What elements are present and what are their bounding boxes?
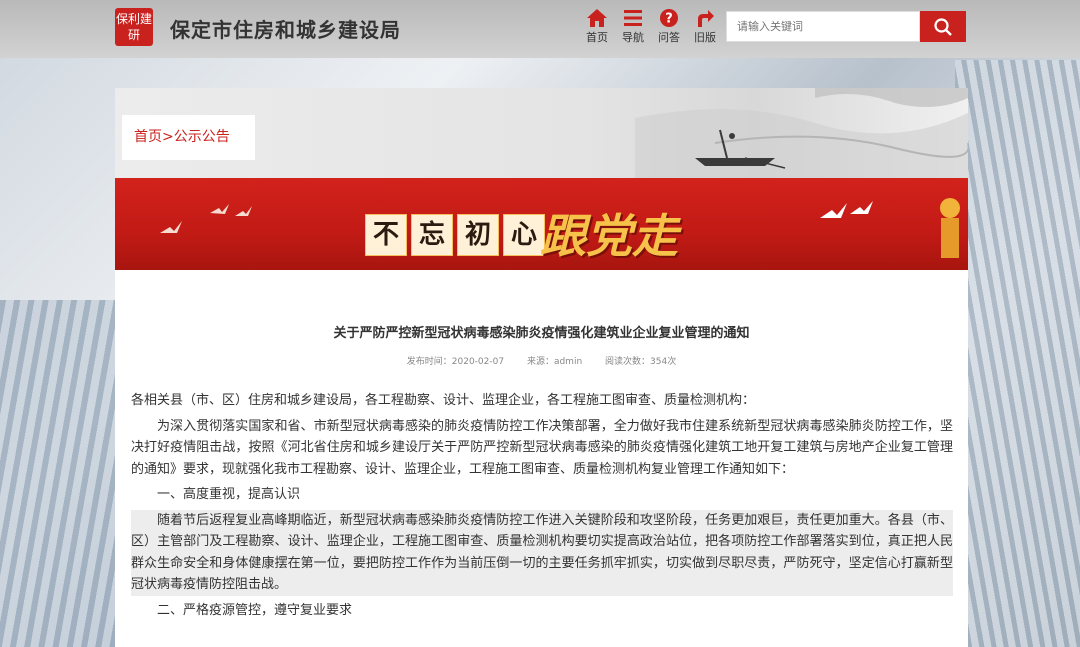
nav-qa[interactable]: ? 问答 <box>655 8 683 45</box>
search-icon <box>934 17 952 36</box>
svg-text:?: ? <box>665 12 673 27</box>
background-building-right <box>955 60 1080 647</box>
banner-char: 初 <box>457 214 499 256</box>
article-paragraph: 各相关县（市、区）住房和城乡建设局，各工程勘察、设计、监理企业，各工程施工图审查… <box>131 393 756 408</box>
banner-slogan: 跟党走 <box>540 209 678 263</box>
top-header: 保利建研 保定市住房和城乡建设局 首页 导航 ? 问答 旧版 请输入关键词 <box>0 0 1080 58</box>
party-banner: 不 忘 初 心 跟党走 <box>115 178 968 270</box>
nav-home[interactable]: 首页 <box>583 8 611 45</box>
logo-text: 保利建研 <box>115 12 152 42</box>
banner-char: 不 <box>365 214 407 256</box>
top-nav: 首页 导航 ? 问答 旧版 <box>583 8 719 45</box>
article-source: 来源：admin <box>526 357 583 367</box>
banner-char-boxes: 不 忘 初 心 <box>365 214 545 256</box>
share-arrow-icon <box>698 10 714 27</box>
breadcrumb-current[interactable]: 公示公告 <box>174 129 230 145</box>
nav-old-version[interactable]: 旧版 <box>691 8 719 45</box>
breadcrumb: 首页>公示公告 <box>122 115 255 160</box>
banner-char: 心 <box>503 214 545 256</box>
home-icon <box>587 9 607 27</box>
view-count: 阅读次数：354次 <box>605 357 677 367</box>
article-section-heading: 二、严格疫源管控，遵守复业要求 <box>157 602 353 618</box>
breadcrumb-separator: > <box>162 129 174 145</box>
search-button[interactable] <box>920 11 966 42</box>
nav-qa-label: 问答 <box>658 31 680 44</box>
site-title[interactable]: 保定市住房和城乡建设局 <box>170 14 401 43</box>
nav-navigation[interactable]: 导航 <box>619 8 647 45</box>
article-title: 关于严防严控新型冠状病毒感染肺炎疫情强化建筑业企业复业管理的通知 <box>333 326 750 341</box>
article-paragraph: 随着节后返程复业高峰期临近，新型冠状病毒感染肺炎疫情防控工作进入关键阶段和攻坚阶… <box>131 509 953 596</box>
nav-navigation-label: 导航 <box>622 31 644 44</box>
banner-char: 忘 <box>411 214 453 256</box>
breadcrumb-home[interactable]: 首页 <box>134 129 162 145</box>
site-logo[interactable]: 保利建研 <box>115 8 153 46</box>
publish-date: 发布时间：2020-02-07 <box>406 357 505 367</box>
article-paragraph: 为深入贯彻落实国家和省、市新型冠状病毒感染的肺炎疫情防控工作决策部署，全力做好我… <box>131 418 953 477</box>
article-section-heading: 一、高度重视，提高认识 <box>157 487 301 502</box>
nav-home-label: 首页 <box>586 31 608 44</box>
search-input[interactable] <box>726 11 920 42</box>
menu-icon <box>624 10 642 26</box>
article-container: 关于严防严控新型冠状病毒感染肺炎疫情强化建筑业企业复业管理的通知 发布时间：20… <box>115 270 968 647</box>
nav-old-version-label: 旧版 <box>694 31 716 44</box>
article-body: 各相关县（市、区）住房和城乡建设局，各工程勘察、设计、监理企业，各工程施工图审查… <box>131 390 953 621</box>
article-meta: 发布时间：2020-02-07 来源：admin 阅读次数：354次 <box>115 354 968 367</box>
question-icon: ? <box>660 9 678 27</box>
